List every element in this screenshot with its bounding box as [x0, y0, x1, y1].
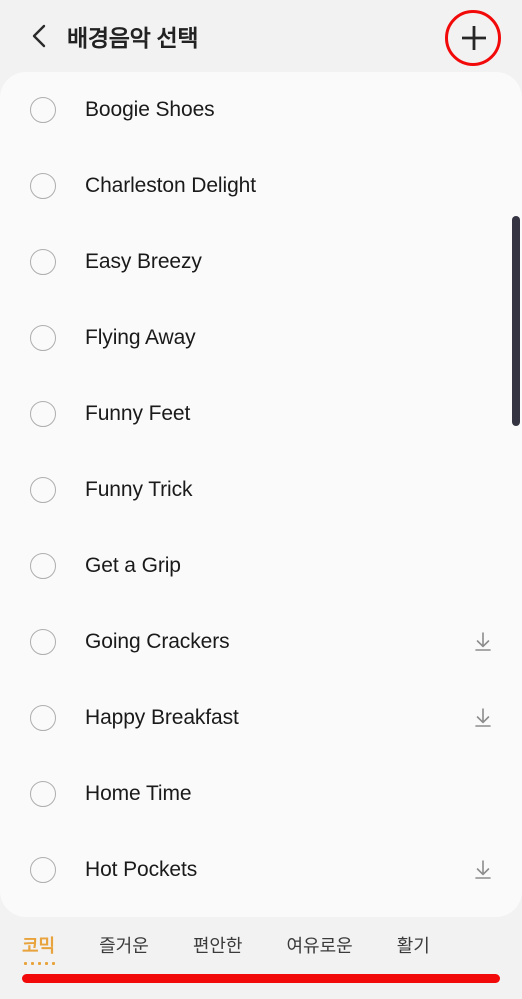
category-tab-4[interactable]: 활기: [397, 929, 430, 967]
category-tab-label: 활기: [396, 936, 430, 956]
track-row[interactable]: Happy Breakfast: [0, 680, 522, 756]
track-row[interactable]: Funny Feet: [0, 376, 522, 452]
app-header: 배경음악 선택: [0, 0, 522, 72]
radio-unchecked-icon[interactable]: [30, 477, 56, 503]
add-button[interactable]: [448, 12, 500, 64]
radio-unchecked-icon[interactable]: [30, 781, 56, 807]
track-list-card: Boogie Shoes Charleston Delight Easy Breez…: [0, 72, 522, 917]
back-button[interactable]: [15, 12, 63, 60]
download-icon[interactable]: [470, 857, 496, 883]
track-title: Going Crackers: [85, 630, 230, 653]
radio-unchecked-icon[interactable]: [30, 401, 56, 427]
category-tab-2[interactable]: 편안한: [193, 929, 243, 967]
radio-unchecked-icon[interactable]: [30, 553, 56, 579]
track-row[interactable]: Flying Away: [0, 300, 522, 376]
page-title: 배경음악 선택: [67, 25, 199, 51]
chevron-left-icon: [29, 22, 49, 50]
category-tab-0[interactable]: 코믹: [22, 929, 56, 967]
track-row[interactable]: Charleston Delight: [0, 148, 522, 224]
track-title: Funny Trick: [85, 478, 193, 501]
download-icon[interactable]: [470, 705, 496, 731]
radio-unchecked-icon[interactable]: [30, 325, 56, 351]
download-icon[interactable]: [470, 629, 496, 655]
track-row[interactable]: Boogie Shoes: [0, 72, 522, 148]
category-tab-3[interactable]: 여유로운: [287, 929, 353, 967]
track-title: Happy Breakfast: [85, 706, 239, 729]
radio-unchecked-icon[interactable]: [30, 629, 56, 655]
track-row[interactable]: Easy Breezy: [0, 224, 522, 300]
category-tabbar: 코믹 즐거운 편안한 여유로운 활기: [0, 917, 522, 999]
track-title: Flying Away: [85, 326, 196, 349]
track-title: Funny Feet: [85, 402, 191, 425]
track-row[interactable]: Funny Trick: [0, 452, 522, 528]
track-title: Hot Pockets: [85, 858, 198, 881]
track-title: Charleston Delight: [85, 174, 256, 197]
radio-unchecked-icon[interactable]: [30, 705, 56, 731]
radio-unchecked-icon[interactable]: [30, 97, 56, 123]
track-row[interactable]: Hot Pockets: [0, 832, 522, 908]
track-row[interactable]: Home Time: [0, 756, 522, 832]
track-list[interactable]: Boogie Shoes Charleston Delight Easy Breez…: [0, 72, 522, 908]
category-tab-label: 편안한: [192, 936, 243, 956]
category-tab-label: 즐거운: [99, 936, 149, 956]
list-scrollbar[interactable]: [512, 72, 522, 917]
category-tab-label: 여유로운: [286, 936, 353, 956]
radio-unchecked-icon[interactable]: [30, 249, 56, 275]
radio-unchecked-icon[interactable]: [30, 173, 56, 199]
plus-icon: [457, 21, 491, 55]
track-row[interactable]: Get a Grip: [0, 528, 522, 604]
track-row[interactable]: Going Crackers: [0, 604, 522, 680]
category-tab-label: 코믹: [22, 936, 56, 956]
list-scrollbar-thumb[interactable]: [512, 216, 520, 426]
track-title: Boogie Shoes: [85, 98, 215, 121]
radio-unchecked-icon[interactable]: [30, 857, 56, 883]
track-title: Get a Grip: [85, 554, 181, 577]
track-title: Easy Breezy: [85, 250, 202, 273]
category-tab-1[interactable]: 즐거운: [99, 929, 149, 967]
track-title: Home Time: [85, 782, 192, 805]
active-tab-underline: [22, 962, 56, 965]
